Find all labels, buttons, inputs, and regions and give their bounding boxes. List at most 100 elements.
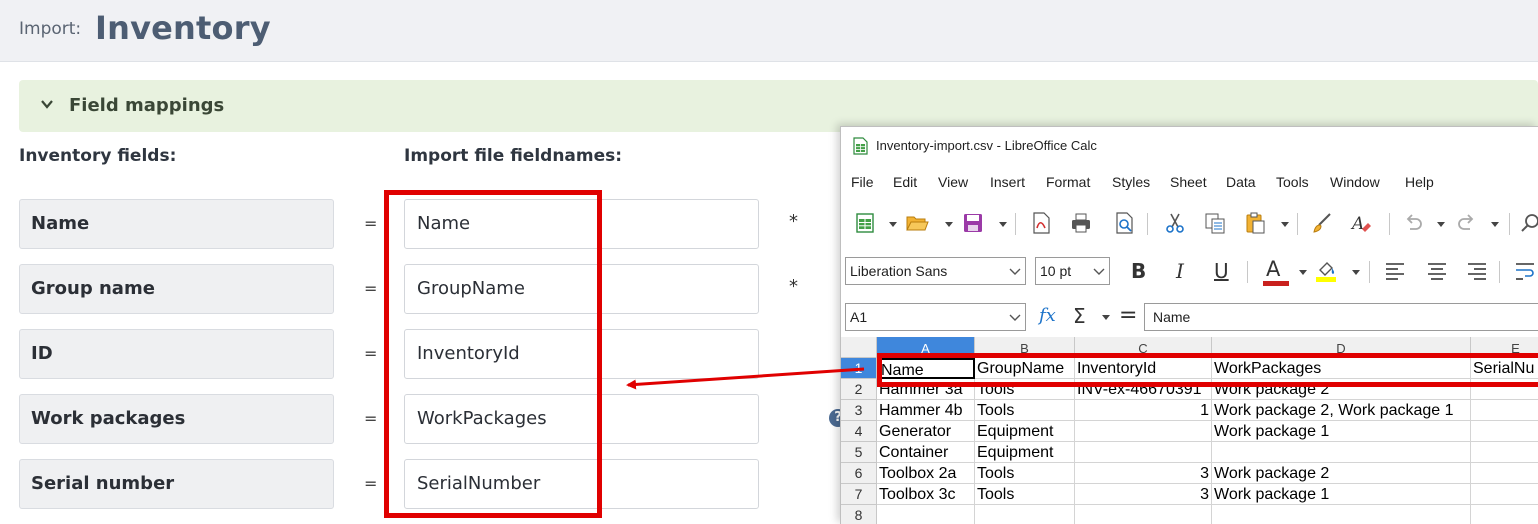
cell[interactable] [1471, 463, 1538, 484]
underline-button[interactable]: U [1214, 259, 1229, 283]
cell[interactable]: Generator [877, 421, 975, 442]
chevron-down-icon[interactable] [889, 222, 897, 227]
calc-app-icon [853, 137, 868, 155]
field-label-serial-number: Serial number [19, 459, 334, 509]
clear-formatting-icon[interactable]: A [1349, 211, 1373, 235]
font-name-select[interactable]: Liberation Sans [845, 257, 1026, 285]
cell[interactable]: Equipment [975, 442, 1075, 463]
row-header[interactable]: 5 [841, 442, 877, 463]
field-label-id: ID [19, 329, 334, 379]
cell[interactable]: Container [877, 442, 975, 463]
align-left-icon[interactable] [1383, 259, 1407, 283]
page: Import: Inventory Field mappings Invento… [0, 0, 1538, 524]
cell[interactable] [1075, 505, 1212, 524]
open-folder-icon[interactable] [905, 211, 929, 235]
new-spreadsheet-icon[interactable] [853, 211, 877, 235]
cell[interactable] [1212, 442, 1471, 463]
font-color-swatch [1263, 281, 1289, 286]
cell[interactable]: Tools [975, 400, 1075, 421]
save-icon[interactable] [961, 211, 985, 235]
cell[interactable] [1471, 400, 1538, 421]
cell[interactable]: 3 [1075, 463, 1212, 484]
redo-icon[interactable] [1455, 211, 1479, 235]
formula-input[interactable]: Name [1144, 303, 1538, 331]
export-pdf-icon[interactable] [1029, 211, 1053, 235]
sum-button[interactable]: Σ [1073, 304, 1086, 328]
row-header[interactable]: 7 [841, 484, 877, 505]
menu-insert[interactable]: Insert [990, 174, 1025, 190]
row-header[interactable]: 4 [841, 421, 877, 442]
chevron-down-icon[interactable] [1437, 222, 1445, 227]
italic-button[interactable]: I [1176, 259, 1184, 283]
cell[interactable]: Work package 1 [1212, 421, 1471, 442]
align-right-icon[interactable] [1465, 259, 1489, 283]
align-center-icon[interactable] [1425, 259, 1449, 283]
cell[interactable] [975, 505, 1075, 524]
cell[interactable] [1075, 442, 1212, 463]
chevron-down-icon[interactable] [1352, 270, 1360, 275]
undo-icon[interactable] [1401, 211, 1425, 235]
find-icon[interactable] [1519, 211, 1538, 235]
menu-help[interactable]: Help [1405, 174, 1434, 190]
cell[interactable] [1471, 505, 1538, 524]
menu-window[interactable]: Window [1330, 174, 1380, 190]
select-all-corner[interactable] [841, 337, 877, 358]
cell[interactable] [1471, 421, 1538, 442]
name-box[interactable]: A1 [845, 303, 1026, 331]
cell[interactable]: Tools [975, 463, 1075, 484]
menu-sheet[interactable]: Sheet [1170, 174, 1207, 190]
cell[interactable]: Work package 2, Work package 1 [1212, 400, 1471, 421]
cell[interactable]: 3 [1075, 484, 1212, 505]
bold-button[interactable]: B [1131, 259, 1146, 283]
font-size-value: 10 pt [1040, 263, 1072, 279]
cell[interactable] [1212, 505, 1471, 524]
cell[interactable] [1471, 442, 1538, 463]
chevron-down-icon[interactable] [999, 222, 1007, 227]
cell[interactable]: Equipment [975, 421, 1075, 442]
row-header[interactable]: 1 [841, 358, 877, 379]
cell[interactable]: Hammer 4b [877, 400, 975, 421]
paste-icon[interactable] [1243, 211, 1267, 235]
menu-view[interactable]: View [938, 174, 968, 190]
cut-icon[interactable] [1163, 211, 1187, 235]
cell[interactable]: Toolbox 2a [877, 463, 975, 484]
field-mappings-toggle[interactable]: Field mappings [19, 80, 1538, 132]
row-header[interactable]: 8 [841, 505, 877, 524]
menu-data[interactable]: Data [1226, 174, 1256, 190]
equals-sign: = [364, 279, 378, 298]
chevron-down-icon[interactable] [1281, 222, 1289, 227]
window-titlebar: Inventory-import.csv - LibreOffice Calc [841, 127, 1538, 165]
chevron-down-icon[interactable] [1491, 222, 1499, 227]
cell[interactable]: Work package 2 [1212, 463, 1471, 484]
copy-icon[interactable] [1203, 211, 1227, 235]
chevron-down-icon [1093, 268, 1105, 275]
font-size-select[interactable]: 10 pt [1035, 257, 1110, 285]
menu-file[interactable]: File [851, 174, 874, 190]
chevron-down-icon [41, 100, 53, 109]
menu-styles[interactable]: Styles [1112, 174, 1150, 190]
row-header[interactable]: 3 [841, 400, 877, 421]
menu-format[interactable]: Format [1046, 174, 1090, 190]
cell[interactable] [1471, 484, 1538, 505]
menu-tools[interactable]: Tools [1276, 174, 1309, 190]
print-preview-icon[interactable] [1113, 211, 1137, 235]
print-icon[interactable] [1069, 211, 1093, 235]
clone-formatting-icon[interactable] [1311, 211, 1335, 235]
highlight-color-icon[interactable] [1314, 258, 1338, 282]
function-wizard-button[interactable]: fx [1039, 305, 1056, 326]
cell[interactable] [877, 505, 975, 524]
font-color-button[interactable]: A [1261, 257, 1291, 287]
chevron-down-icon[interactable] [1299, 270, 1307, 275]
chevron-down-icon[interactable] [1102, 315, 1110, 320]
cell[interactable]: Tools [975, 484, 1075, 505]
cell[interactable]: Work package 1 [1212, 484, 1471, 505]
row-header[interactable]: 2 [841, 379, 877, 400]
row-header[interactable]: 6 [841, 463, 877, 484]
cell[interactable]: 1 [1075, 400, 1212, 421]
menu-edit[interactable]: Edit [893, 174, 917, 190]
formula-button[interactable]: = [1119, 303, 1137, 328]
wrap-text-icon[interactable] [1513, 259, 1537, 283]
chevron-down-icon[interactable] [945, 222, 953, 227]
cell[interactable] [1075, 421, 1212, 442]
cell[interactable]: Toolbox 3c [877, 484, 975, 505]
